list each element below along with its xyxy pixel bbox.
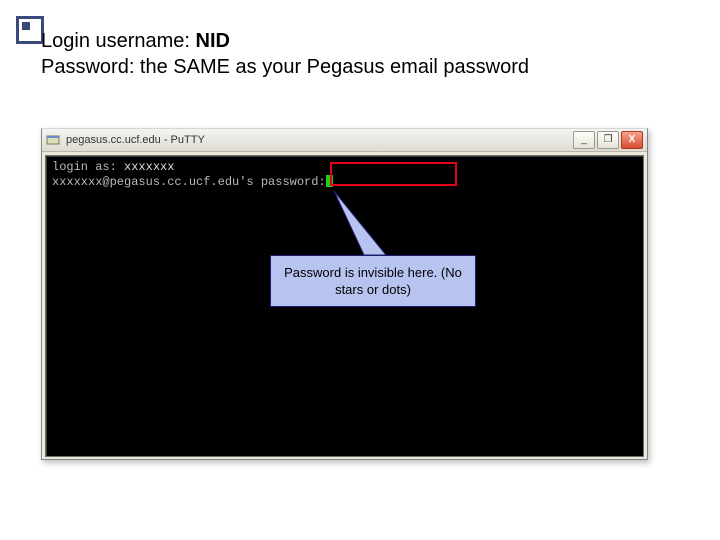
minimize-glyph: _	[581, 135, 587, 145]
terminal-text: login as: xxxxxxx xxxxxxx@pegasus.cc.ucf…	[52, 160, 333, 190]
callout-box: Password is invisible here. (No stars or…	[270, 255, 476, 307]
login-label: login as:	[52, 160, 124, 174]
putty-icon	[46, 133, 60, 147]
minimize-button[interactable]: _	[573, 131, 595, 149]
login-value: xxxxxxx	[124, 160, 174, 174]
maximize-glyph: ❐	[604, 135, 613, 145]
bullet-square-icon	[16, 16, 44, 44]
window-buttons: _ ❐ X	[573, 131, 643, 149]
window-title: pegasus.cc.ucf.edu - PuTTY	[66, 134, 567, 146]
headline-line2: Password: the SAME as your Pegasus email…	[41, 56, 529, 78]
headline-nid: NID	[196, 30, 230, 52]
headline-text: Login username: NID Password: the SAME a…	[41, 28, 700, 80]
headline-line1-label: Login username:	[41, 30, 196, 52]
maximize-button[interactable]: ❐	[597, 131, 619, 149]
callout-text: Password is invisible here. (No stars or…	[277, 264, 469, 298]
password-prompt: xxxxxxx@pegasus.cc.ucf.edu's password:	[52, 175, 326, 189]
close-glyph: X	[629, 135, 636, 145]
slide: Login username: NID Password: the SAME a…	[0, 0, 720, 540]
close-button[interactable]: X	[621, 131, 643, 149]
window-titlebar[interactable]: pegasus.cc.ucf.edu - PuTTY _ ❐ X	[42, 129, 647, 152]
